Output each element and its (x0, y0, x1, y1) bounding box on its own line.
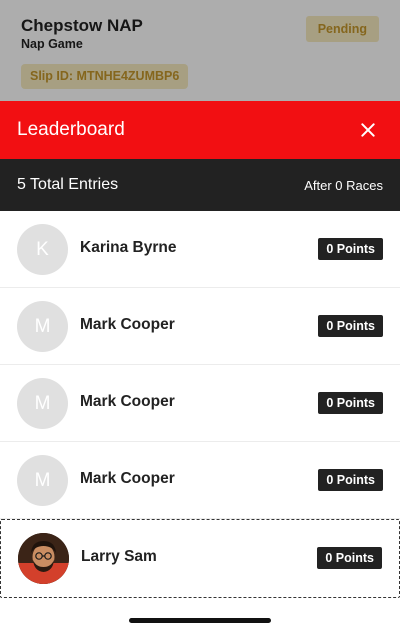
points-badge: 0 Points (318, 392, 383, 414)
overlay-backdrop[interactable] (0, 0, 400, 101)
avatar: M (17, 378, 68, 429)
entry-name: Mark Cooper (80, 470, 175, 487)
leaderboard-entry[interactable]: M Mark Cooper 0 Points (0, 365, 400, 442)
current-user-entry[interactable]: Larry Sam 0 Points (0, 519, 400, 598)
leaderboard-header: Leaderboard (0, 101, 400, 159)
home-indicator[interactable] (129, 618, 271, 623)
avatar: M (17, 301, 68, 352)
avatar: M (17, 455, 68, 506)
leaderboard-entry[interactable]: M Mark Cooper 0 Points (0, 288, 400, 365)
entry-name: Karina Byrne (80, 239, 177, 256)
leaderboard-sheet: Leaderboard 5 Total Entries After 0 Race… (0, 101, 400, 632)
leaderboard-summary: 5 Total Entries After 0 Races (0, 159, 400, 211)
points-badge: 0 Points (318, 469, 383, 491)
points-badge: 0 Points (317, 547, 382, 569)
leaderboard-entry[interactable]: K Karina Byrne 0 Points (0, 211, 400, 288)
races-count: After 0 Races (304, 178, 383, 193)
entry-name: Mark Cooper (80, 393, 175, 410)
points-badge: 0 Points (318, 315, 383, 337)
entry-name: Mark Cooper (80, 316, 175, 333)
avatar: K (17, 224, 68, 275)
user-avatar-icon (18, 533, 69, 584)
leaderboard-title: Leaderboard (17, 119, 125, 140)
close-icon[interactable] (356, 118, 380, 142)
entry-name: Larry Sam (81, 548, 157, 565)
total-entries: 5 Total Entries (17, 176, 119, 193)
points-badge: 0 Points (318, 238, 383, 260)
leaderboard-entry[interactable]: M Mark Cooper 0 Points (0, 442, 400, 519)
user-avatar-photo (18, 533, 69, 584)
